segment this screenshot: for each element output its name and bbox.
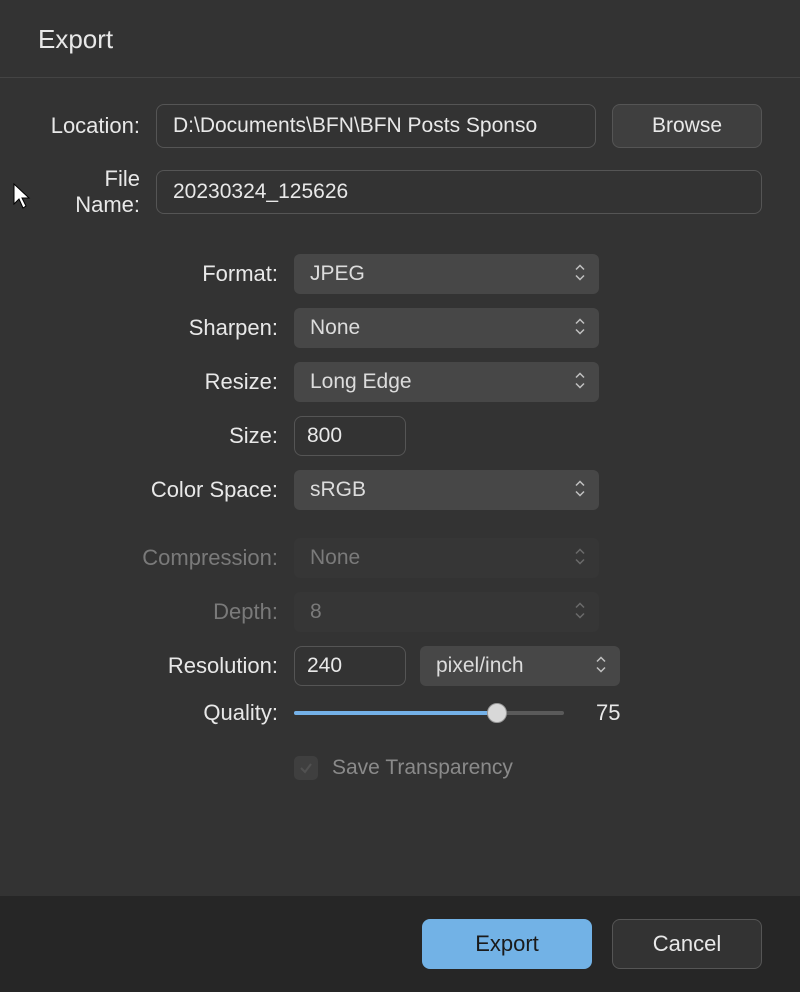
check-icon <box>298 760 314 776</box>
resolution-unit-value: pixel/inch <box>436 654 524 678</box>
transparency-checkbox <box>294 756 318 780</box>
depth-value: 8 <box>310 600 322 624</box>
chevron-updown-icon <box>575 319 585 338</box>
transparency-label: Save Transparency <box>332 756 513 780</box>
location-label: Location: <box>38 113 156 139</box>
resize-value: Long Edge <box>310 370 412 394</box>
depth-dropdown: 8 <box>294 592 599 632</box>
resize-dropdown[interactable]: Long Edge <box>294 362 599 402</box>
format-row: Format: JPEG <box>38 254 762 294</box>
chevron-updown-icon <box>575 265 585 284</box>
colorspace-value: sRGB <box>310 478 366 502</box>
slider-fill <box>294 711 497 715</box>
dialog-body: Location: Browse File Name: Format: JPEG… <box>0 78 800 780</box>
format-value: JPEG <box>310 262 365 286</box>
options-block: Format: JPEG Sharpen: None Resize: Long … <box>38 254 762 780</box>
compression-row: Compression: None <box>38 538 762 578</box>
browse-button[interactable]: Browse <box>612 104 762 148</box>
format-label: Format: <box>38 261 294 287</box>
export-button[interactable]: Export <box>422 919 592 969</box>
quality-value: 75 <box>596 700 636 726</box>
sharpen-row: Sharpen: None <box>38 308 762 348</box>
compression-label: Compression: <box>38 545 294 571</box>
chevron-updown-icon <box>575 549 585 568</box>
colorspace-row: Color Space: sRGB <box>38 470 762 510</box>
size-row: Size: <box>38 416 762 456</box>
quality-row: Quality: 75 <box>38 700 762 726</box>
chevron-updown-icon <box>575 603 585 622</box>
dialog-footer: Export Cancel <box>0 896 800 992</box>
colorspace-dropdown[interactable]: sRGB <box>294 470 599 510</box>
resolution-label: Resolution: <box>38 653 294 679</box>
chevron-updown-icon <box>575 373 585 392</box>
location-row: Location: Browse <box>38 104 762 148</box>
quality-label: Quality: <box>38 700 294 726</box>
compression-dropdown: None <box>294 538 599 578</box>
resolution-row: Resolution: pixel/inch <box>38 646 762 686</box>
depth-row: Depth: 8 <box>38 592 762 632</box>
size-input[interactable] <box>294 416 406 456</box>
dialog-title: Export <box>0 0 800 78</box>
colorspace-label: Color Space: <box>38 477 294 503</box>
depth-label: Depth: <box>38 599 294 625</box>
quality-slider[interactable] <box>294 703 564 723</box>
filename-input[interactable] <box>156 170 762 214</box>
location-input[interactable] <box>156 104 596 148</box>
format-dropdown[interactable]: JPEG <box>294 254 599 294</box>
filename-label: File Name: <box>38 166 156 218</box>
resolution-input[interactable] <box>294 646 406 686</box>
resize-label: Resize: <box>38 369 294 395</box>
size-label: Size: <box>38 423 294 449</box>
cancel-button[interactable]: Cancel <box>612 919 762 969</box>
filename-row: File Name: <box>38 166 762 218</box>
chevron-updown-icon <box>596 657 606 676</box>
sharpen-value: None <box>310 316 360 340</box>
transparency-row: Save Transparency <box>294 756 762 780</box>
chevron-updown-icon <box>575 481 585 500</box>
slider-thumb[interactable] <box>487 703 507 723</box>
resolution-unit-dropdown[interactable]: pixel/inch <box>420 646 620 686</box>
sharpen-label: Sharpen: <box>38 315 294 341</box>
sharpen-dropdown[interactable]: None <box>294 308 599 348</box>
resize-row: Resize: Long Edge <box>38 362 762 402</box>
compression-value: None <box>310 546 360 570</box>
